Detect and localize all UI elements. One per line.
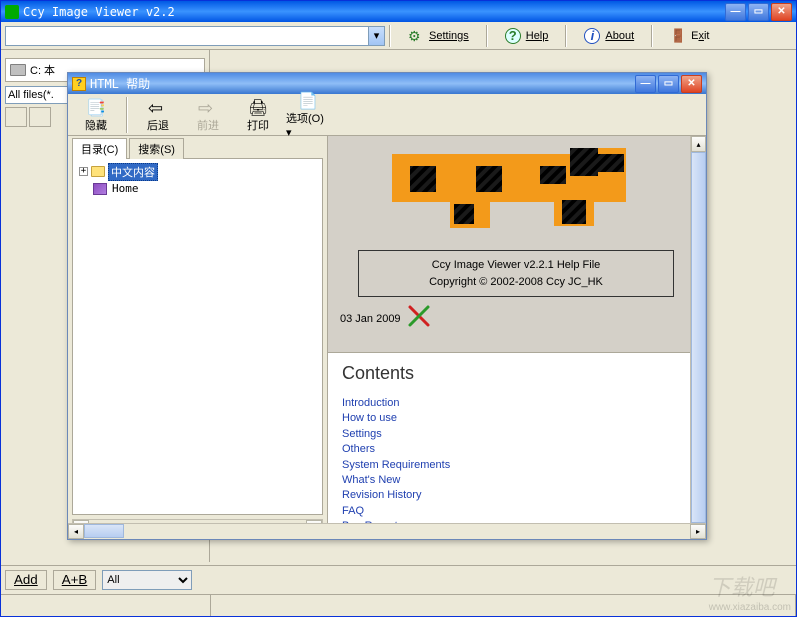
vertical-scrollbar[interactable]: ▴ ▾ [690,136,706,539]
folder-icon [91,166,105,177]
expand-icon[interactable]: + [79,167,88,176]
forward-button[interactable]: 前进 [186,96,230,134]
chevron-down-icon[interactable]: ▾ [368,27,384,45]
contents-panel: Contents IntroductionHow to useSettingsO… [328,352,694,539]
scrollbar-thumb[interactable] [691,152,706,523]
main-toolbar: ▾ Settings Help About Exit [1,22,796,50]
close-button[interactable]: ✕ [771,3,792,21]
scroll-up-icon[interactable]: ▴ [691,136,706,152]
maximize-button[interactable]: ▭ [748,3,769,21]
gear-icon [408,28,424,44]
scrollbar-thumb[interactable] [84,524,124,538]
tab-contents[interactable]: 目录(C) [72,138,127,159]
tab-search[interactable]: 搜索(S) [129,138,184,159]
separator [651,25,653,47]
arrow-right-icon [198,98,218,116]
contents-link[interactable]: FAQ [342,504,680,519]
doc-title-line2: Copyright © 2002-2008 Ccy JC_HK [363,274,669,291]
door-icon [670,28,686,44]
add-button[interactable]: Add [5,570,47,590]
contents-link[interactable]: Introduction [342,396,680,411]
separator [565,25,567,47]
x-mark-icon [407,304,431,334]
mini-button-2[interactable] [29,107,51,127]
book-icon [93,183,107,195]
contents-link[interactable]: Settings [342,427,680,442]
about-button[interactable]: About [571,25,647,47]
drive-icon [10,64,26,76]
exit-button[interactable]: Exit [657,25,722,47]
doc-title-box: Ccy Image Viewer v2.2.1 Help File Copyri… [358,250,674,297]
about-label: About [605,30,634,42]
back-button[interactable]: 后退 [136,96,180,134]
tree-label: Home [110,182,141,195]
help-label: Help [526,30,549,42]
tree-label: 中文内容 [108,163,158,181]
status-bar [1,594,796,616]
help-window: ? HTML 帮助 — ▭ ✕ 隐藏 后退 前进 打印 选项(O) ▾ [67,72,707,540]
separator [126,97,128,133]
help-window-title: HTML 帮助 [90,75,635,92]
doc-title-line1: Ccy Image Viewer v2.2.1 Help File [363,257,669,274]
contents-link[interactable]: What's New [342,473,680,488]
app-icon [5,5,19,19]
help-button[interactable]: Help [492,25,562,47]
help-toolbar: 隐藏 后退 前进 打印 选项(O) ▾ [68,94,706,136]
contents-heading: Contents [342,363,680,384]
exit-label: x [698,30,704,42]
options-button[interactable]: 选项(O) ▾ [286,96,330,134]
path-combo[interactable]: ▾ [5,26,385,46]
hide-button[interactable]: 隐藏 [74,96,118,134]
tree-item-home[interactable]: Home [77,180,318,197]
ccy-logo [392,148,630,230]
drive-label: C: 本 [30,62,55,78]
window-title: Ccy Image Viewer v2.2 [23,5,725,19]
hide-panel-icon [86,98,106,116]
help-icon [505,28,521,44]
mini-button-1[interactable] [5,107,27,127]
footer-toolbar: Add A+B All [1,565,796,593]
main-titlebar[interactable]: Ccy Image Viewer v2.2 — ▭ ✕ [1,1,796,22]
print-button[interactable]: 打印 [236,96,280,134]
date-row: 03 Jan 2009 [340,304,431,334]
help-close-button[interactable]: ✕ [681,75,702,93]
separator [486,25,488,47]
help-hscrollbar[interactable]: ◂ ▸ [68,523,706,539]
minimize-button[interactable]: — [725,3,746,21]
arrow-left-icon [148,98,168,116]
tree-panel[interactable]: + 中文内容 Home [72,158,323,515]
options-icon [298,91,318,109]
tree-item-chinese[interactable]: + 中文内容 [77,163,318,180]
help-titlebar[interactable]: ? HTML 帮助 — ▭ ✕ [68,73,706,94]
a-plus-b-button[interactable]: A+B [53,570,97,590]
scroll-right-icon[interactable]: ▸ [690,524,706,539]
help-minimize-button[interactable]: — [635,75,656,93]
help-maximize-button[interactable]: ▭ [658,75,679,93]
contents-link[interactable]: How to use [342,411,680,426]
settings-button[interactable]: Settings [395,25,482,47]
all-select[interactable]: All [102,570,192,590]
date-text: 03 Jan 2009 [340,313,401,325]
help-nav-panel: 目录(C) 搜索(S) + 中文内容 Home ◂ ▸ [68,136,328,539]
scroll-left-icon[interactable]: ◂ [68,524,84,539]
contents-link[interactable]: System Requirements [342,458,680,473]
content-panel: Ccy Image Viewer v2.2.1 Help File Copyri… [328,136,706,539]
printer-icon [248,98,268,116]
contents-link[interactable]: Revision History [342,488,680,503]
separator [389,25,391,47]
help-app-icon: ? [72,77,86,91]
tab-row: 目录(C) 搜索(S) [68,136,327,158]
info-icon [584,28,600,44]
contents-link[interactable]: Others [342,442,680,457]
settings-label: Settings [429,30,469,42]
help-body: 目录(C) 搜索(S) + 中文内容 Home ◂ ▸ [68,136,706,539]
